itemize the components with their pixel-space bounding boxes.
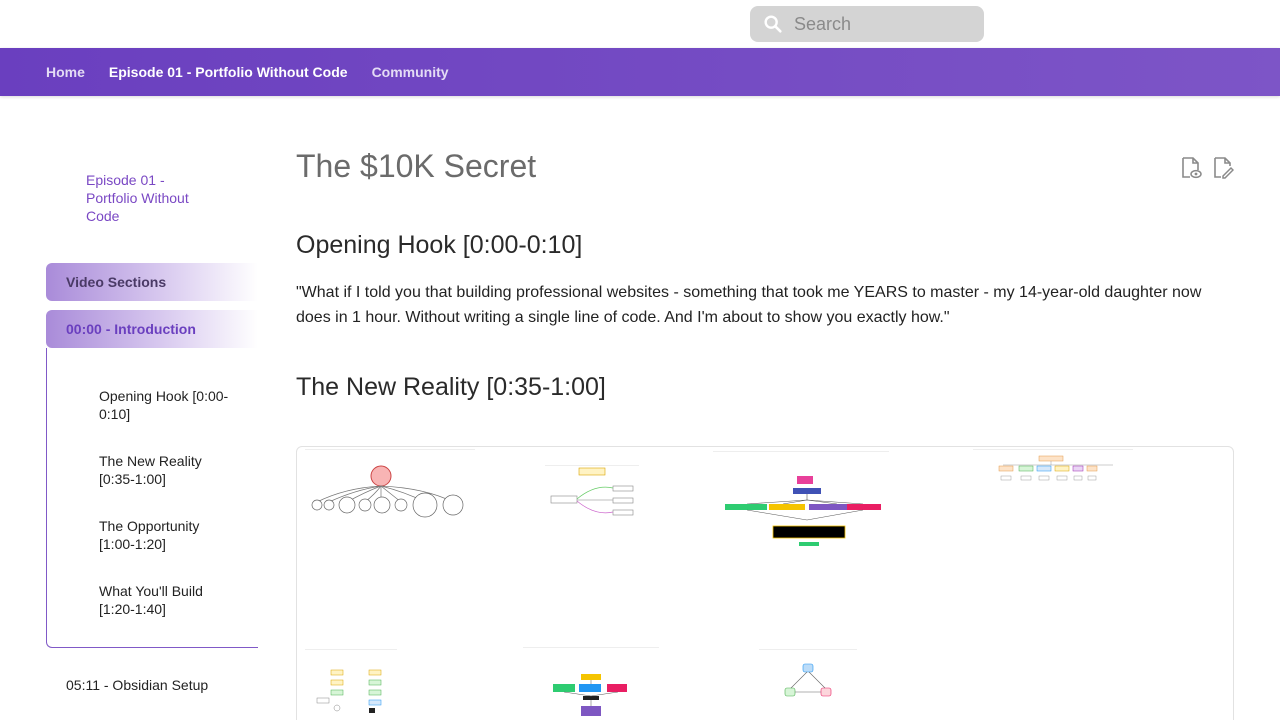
reading-view-icon[interactable] xyxy=(1180,156,1202,180)
search-icon xyxy=(764,15,782,33)
nav-community-link[interactable]: Community xyxy=(372,64,449,80)
sidebar-episode-link[interactable]: Episode 01 - Portfolio Without Code xyxy=(86,171,216,225)
triangle-diagram-thumbnail[interactable] xyxy=(759,649,857,710)
mind-map-circles-thumbnail[interactable] xyxy=(305,449,475,546)
sidebar: Episode 01 - Portfolio Without Code Vide… xyxy=(46,96,266,720)
nav-home-link[interactable]: Home xyxy=(46,64,85,80)
org-tree-thumbnail[interactable] xyxy=(973,449,1133,498)
sidebar-item-opportunity[interactable]: The Opportunity [1:00-1:20] xyxy=(99,517,239,553)
section-heading-opening-hook: Opening Hook [0:00-0:10] xyxy=(296,231,583,259)
diagram-gallery xyxy=(296,446,1234,720)
colored-block-diagram-thumbnail[interactable] xyxy=(523,647,659,720)
sidebar-item-new-reality[interactable]: The New Reality [0:35-1:00] xyxy=(99,452,239,488)
sidebar-tree: Opening Hook [0:00-0:10] The New Reality… xyxy=(46,348,258,648)
sidebar-section-video-sections[interactable]: Video Sections xyxy=(46,263,258,301)
nav-episode-link[interactable]: Episode 01 - Portfolio Without Code xyxy=(109,64,348,80)
branching-flow-thumbnail[interactable] xyxy=(545,465,639,522)
colored-process-flow-thumbnail[interactable] xyxy=(713,451,889,572)
page-actions xyxy=(1180,156,1234,180)
search-box[interactable] xyxy=(750,6,984,42)
sidebar-section-introduction[interactable]: 00:00 - Introduction xyxy=(46,310,258,348)
section-heading-new-reality: The New Reality [0:35-1:00] xyxy=(296,373,606,401)
opening-hook-quote: "What if I told you that building profes… xyxy=(296,284,1202,326)
page-title: The $10K Secret xyxy=(296,148,537,184)
edit-file-icon[interactable] xyxy=(1212,156,1234,180)
top-bar xyxy=(0,0,1280,48)
search-input[interactable] xyxy=(794,13,964,35)
nav-bar: Home Episode 01 - Portfolio Without Code… xyxy=(0,48,1280,96)
yellow-green-diagram-thumbnail[interactable] xyxy=(305,649,397,720)
sidebar-item-obsidian-setup[interactable]: 05:11 - Obsidian Setup xyxy=(66,677,208,693)
sidebar-item-what-youll-build[interactable]: What You'll Build [1:20-1:40] xyxy=(99,582,239,618)
sidebar-item-opening-hook[interactable]: Opening Hook [0:00-0:10] xyxy=(99,387,239,423)
